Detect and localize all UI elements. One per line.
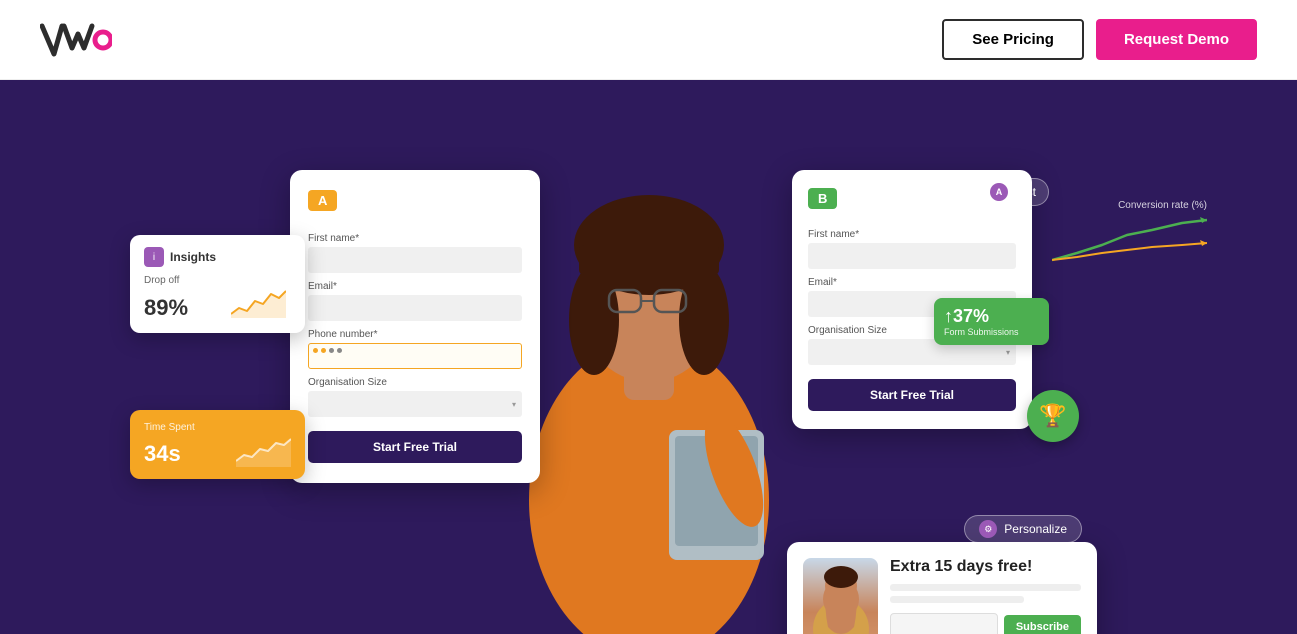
- form-a-org-select[interactable]: ▾: [308, 391, 522, 417]
- insights-icon: i: [144, 247, 164, 267]
- time-spent-label: Time Spent: [144, 422, 291, 433]
- trophy-badge: 🏆: [1027, 390, 1079, 442]
- time-spent-card: Time Spent 34s: [130, 410, 305, 479]
- header-actions: See Pricing Request Demo: [942, 19, 1257, 60]
- variant-a-badge: A: [308, 190, 337, 211]
- form-a-email-label: Email*: [308, 281, 522, 292]
- offer-content: Extra 15 days free! Subscribe: [890, 558, 1081, 634]
- subscribe-button[interactable]: Subscribe: [1004, 615, 1081, 634]
- person-mini-image: [803, 558, 878, 634]
- drop-off-metric: 89%: [144, 286, 291, 321]
- sparkline-svg: [231, 286, 286, 318]
- insights-icon-symbol: i: [153, 252, 155, 263]
- mini-person-svg: [806, 559, 876, 634]
- phone-dot-3: [329, 348, 334, 353]
- phone-dot-4: [337, 348, 342, 353]
- conversion-chart-area: Conversion rate (%): [1052, 200, 1207, 275]
- drop-off-value: 89%: [144, 295, 188, 321]
- main-area: i Insights Drop off 89% Time Spent 34s: [0, 80, 1297, 634]
- test-badge: A Test: [977, 178, 1049, 206]
- form-a-firstname-input[interactable]: [308, 247, 522, 273]
- conversion-sub: Form Submissions: [944, 327, 1039, 337]
- form-a-phone-input[interactable]: [308, 343, 522, 369]
- personalize-badge: ⚙ Personalize: [964, 515, 1082, 543]
- subscribe-email-input[interactable]: [890, 613, 998, 634]
- logo-svg: [40, 18, 112, 62]
- insights-header: i Insights: [144, 247, 291, 267]
- form-a-card: A First name* Email* Phone number* Organ…: [290, 170, 540, 483]
- offer-line-2: [890, 596, 1024, 603]
- form-a-email-input[interactable]: [308, 295, 522, 321]
- offer-line-1: [890, 584, 1081, 591]
- chevron-down-icon: ▾: [512, 400, 516, 409]
- subscribe-row: Subscribe: [890, 613, 1081, 634]
- time-spent-value: 34s: [144, 441, 181, 467]
- phone-dot-2: [321, 348, 326, 353]
- variant-b-badge: B: [808, 188, 837, 209]
- test-badge-icon: A: [990, 183, 1008, 201]
- logo: [40, 18, 112, 62]
- conversion-badge: ↑37% Form Submissions: [934, 298, 1049, 345]
- drop-off-chart: [231, 286, 291, 321]
- personalize-offer-card: Extra 15 days free! Subscribe: [787, 542, 1097, 634]
- header: See Pricing Request Demo: [0, 0, 1297, 80]
- insights-title: Insights: [170, 250, 216, 264]
- form-a-org-label: Organisation Size: [308, 377, 522, 388]
- test-badge-label: Test: [1014, 185, 1036, 199]
- conversion-label: Conversion rate (%): [1052, 200, 1207, 211]
- form-a-firstname-label: First name*: [308, 233, 522, 244]
- request-demo-button[interactable]: Request Demo: [1096, 19, 1257, 60]
- phone-dots: [309, 344, 521, 357]
- drop-off-label: Drop off: [144, 275, 291, 286]
- form-b-firstname-input[interactable]: [808, 243, 1016, 269]
- insights-card: i Insights Drop off 89%: [130, 235, 305, 333]
- personalize-label: Personalize: [1004, 522, 1067, 536]
- offer-title: Extra 15 days free!: [890, 558, 1081, 576]
- form-b-chevron-icon: ▾: [1006, 348, 1010, 357]
- form-b-start-trial-button[interactable]: Start Free Trial: [808, 379, 1016, 411]
- personalize-icon: ⚙: [979, 520, 997, 538]
- time-sparkline: [236, 435, 291, 467]
- see-pricing-button[interactable]: See Pricing: [942, 19, 1084, 60]
- form-a-start-trial-button[interactable]: Start Free Trial: [308, 431, 522, 463]
- form-b-email-label: Email*: [808, 277, 1016, 288]
- conversion-pct: ↑37%: [944, 306, 1039, 327]
- conversion-chart-svg: [1052, 215, 1207, 270]
- phone-dot-1: [313, 348, 318, 353]
- form-a-phone-label: Phone number*: [308, 329, 522, 340]
- form-b-firstname-label: First name*: [808, 229, 1016, 240]
